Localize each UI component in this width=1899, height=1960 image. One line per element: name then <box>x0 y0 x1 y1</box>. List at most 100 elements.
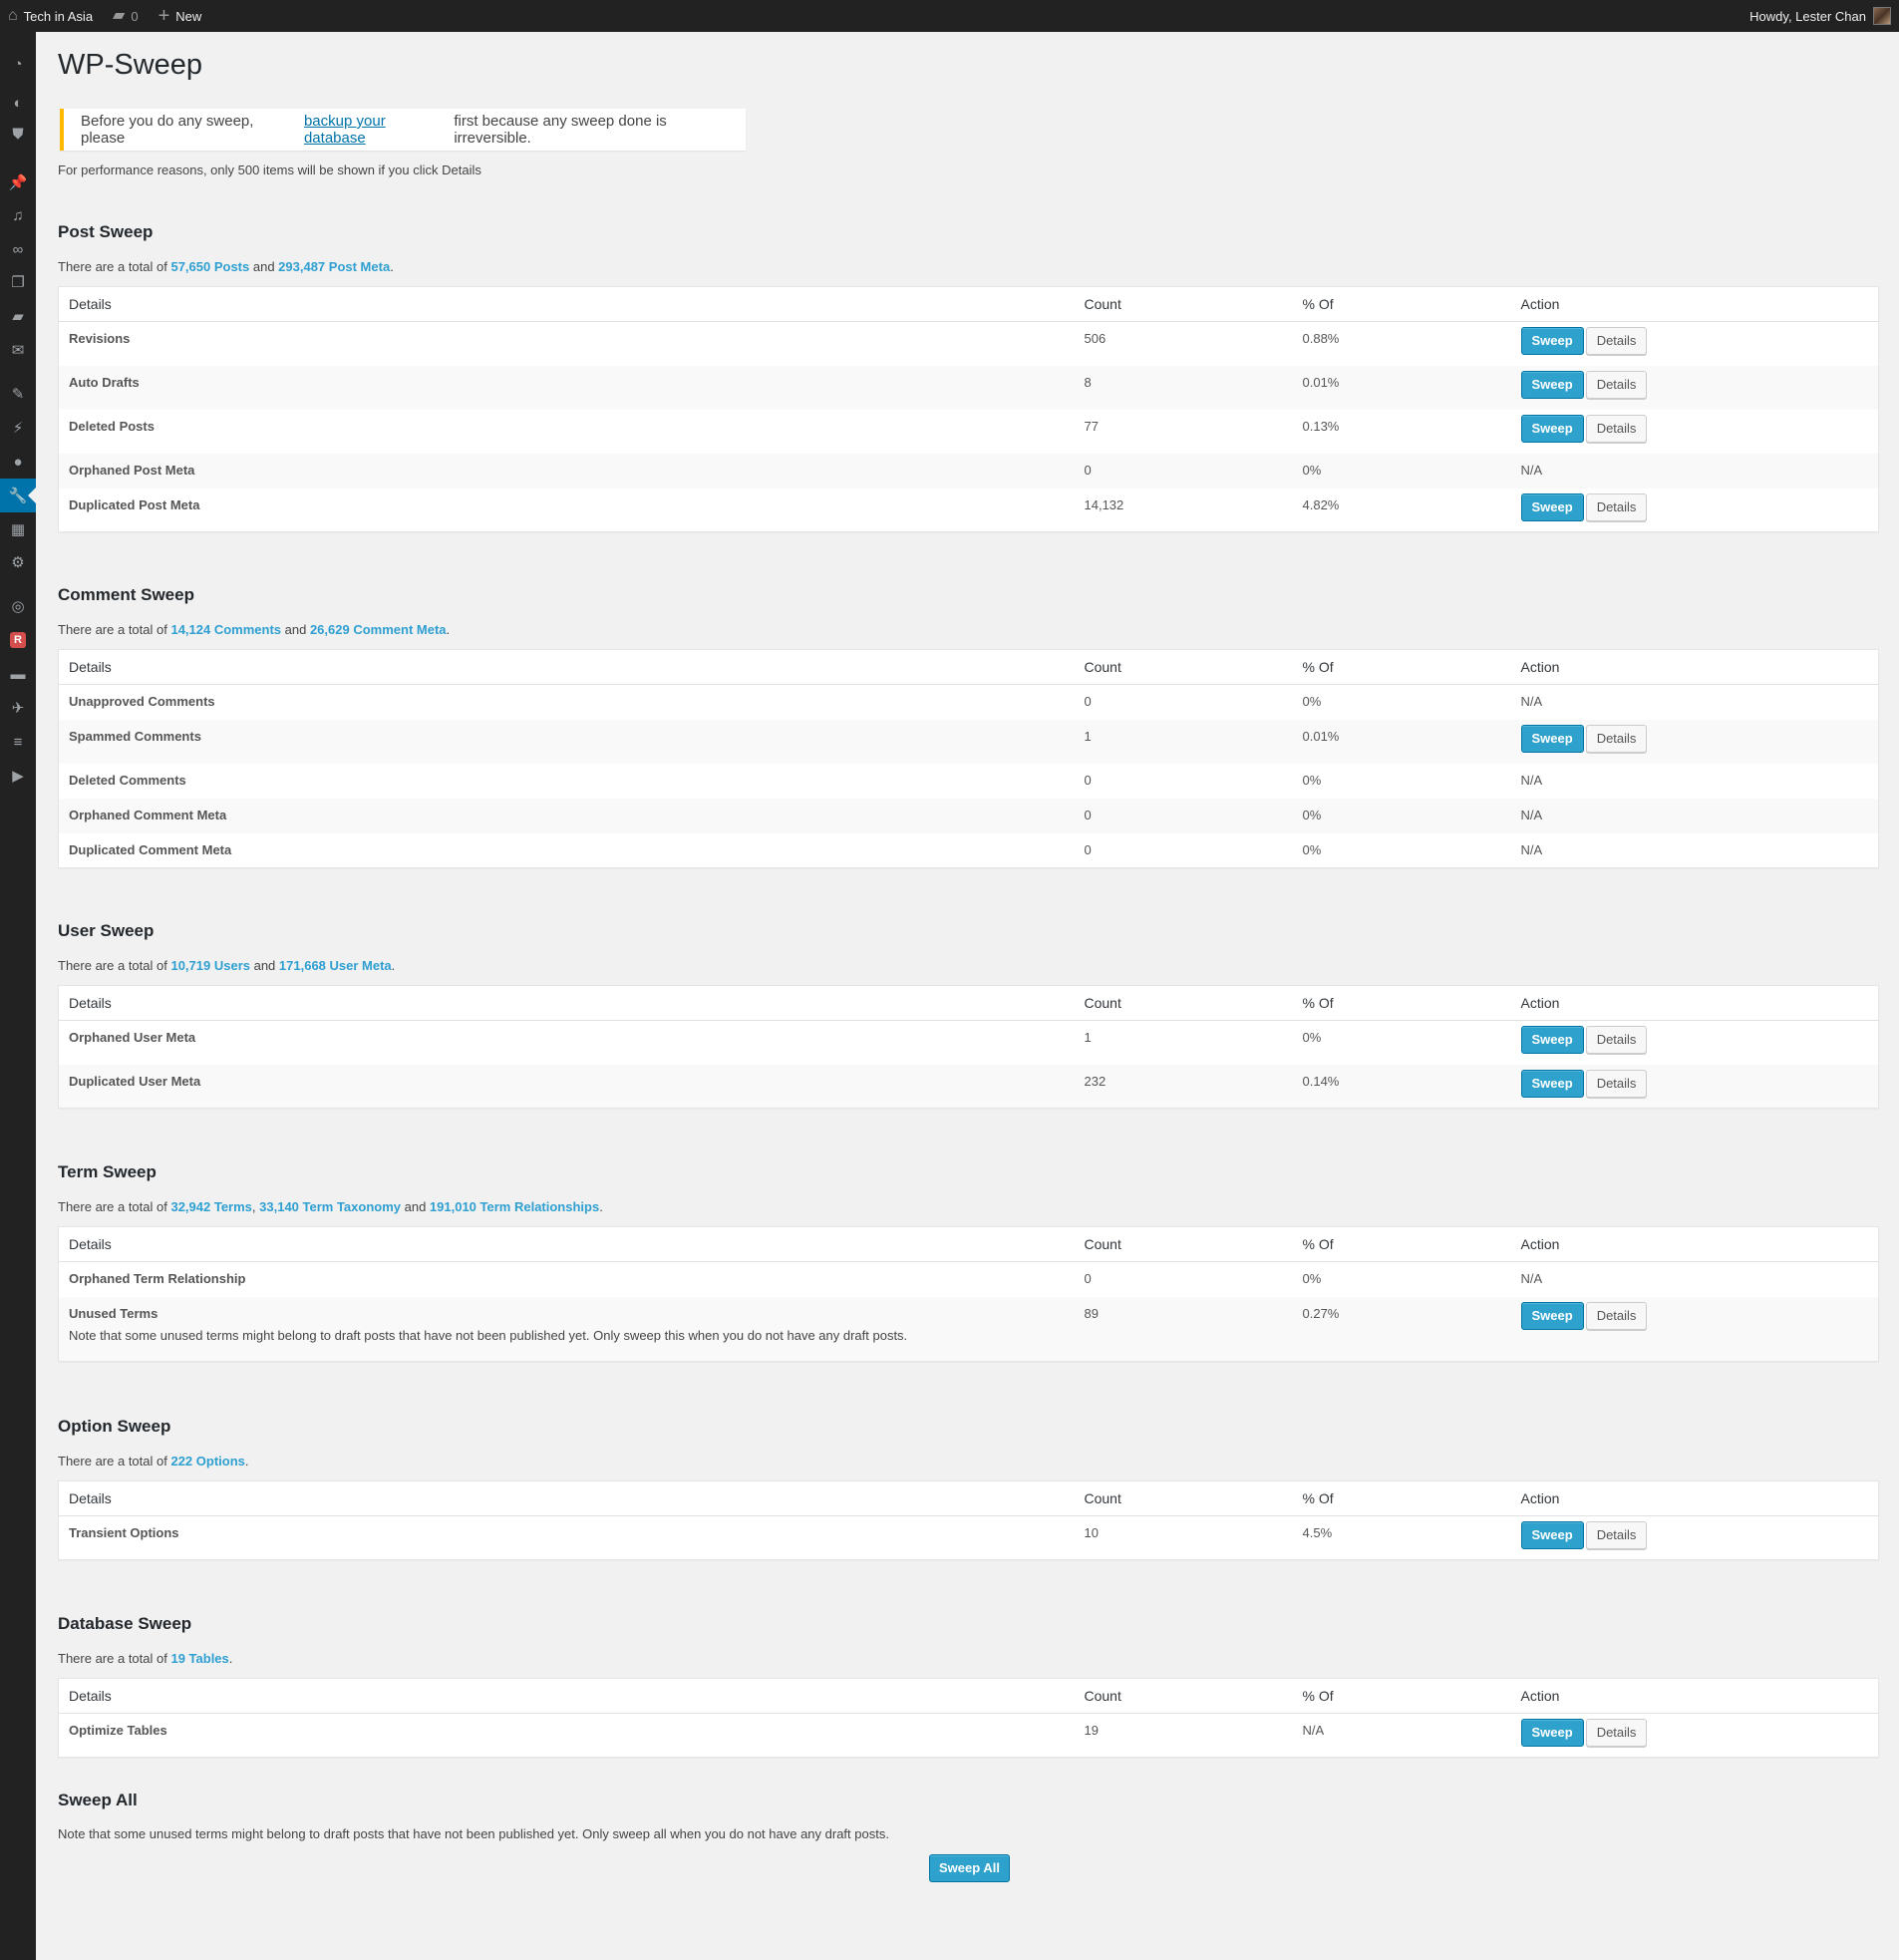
sweep-all-title: Sweep All <box>58 1791 138 1809</box>
sweep-button[interactable]: Sweep <box>1520 370 1584 399</box>
details-button[interactable]: Details <box>1585 1069 1648 1098</box>
translate-icon: ✈ <box>11 700 25 717</box>
sidebar-menu-item[interactable]: ∞ <box>0 232 36 266</box>
row-pct: 0% <box>1292 453 1511 489</box>
sidebar-menu-item[interactable]: ▶ <box>0 759 36 793</box>
sidebar-menu-item[interactable]: 🔧 <box>0 479 36 512</box>
sweep-all-button[interactable]: Sweep All <box>929 1854 1010 1882</box>
row-action-cell: Sweep Details <box>1510 719 1879 764</box>
details-button[interactable]: Details <box>1585 327 1648 355</box>
sidebar-menu-item[interactable]: ◎ <box>0 589 36 623</box>
sidebar-menu-item[interactable]: ◐ <box>0 86 36 120</box>
post-sweep-section: Post Sweep There are a total of 57,650 Po… <box>58 222 1879 532</box>
table-row: Auto Drafts 8 0.01% Sweep Details <box>58 365 1879 410</box>
sidebar-menu-item[interactable]: ◔ <box>0 47 36 81</box>
row-count: 1 <box>1084 1030 1092 1045</box>
sweep-button[interactable]: Sweep <box>1520 724 1584 753</box>
sidebar-menu-item[interactable]: ✉ <box>0 333 36 367</box>
sidebar-menu-item[interactable]: 📌 <box>0 165 36 199</box>
sidebar-menu-item[interactable]: ✈ <box>0 691 36 725</box>
total-count-link[interactable]: 222 Options <box>170 1454 244 1469</box>
tools-icon: 🔧 <box>8 488 28 504</box>
backup-database-link[interactable]: backup your database <box>304 113 450 147</box>
sidebar-menu-item[interactable]: ● <box>0 445 36 479</box>
details-button[interactable]: Details <box>1585 1301 1648 1330</box>
totals-joiner: . <box>244 1454 249 1469</box>
total-count-link[interactable]: 57,650 Posts <box>170 259 249 274</box>
sidebar-menu-item[interactable]: ✎ <box>0 377 36 411</box>
sidebar-menu-item[interactable]: ⚙ <box>0 545 36 579</box>
comment-sweep-section: Comment Sweep There are a total of 14,124… <box>58 585 1879 868</box>
comments-link[interactable]: ▰ 0 <box>105 0 147 32</box>
total-count-link[interactable]: 191,010 Term Relationships <box>430 1199 599 1214</box>
row-details-cell: Orphaned Post Meta <box>58 453 1075 489</box>
column-header-details: Details <box>58 649 1075 685</box>
comment-bubble-icon: ▰ <box>113 7 126 24</box>
details-button[interactable]: Details <box>1585 414 1648 443</box>
sidebar-menu-item[interactable]: ❐ <box>0 265 36 299</box>
pin-icon: 📌 <box>8 174 28 191</box>
sidebar-menu-item[interactable]: ⛊ <box>0 117 36 151</box>
sidebar-menu-item[interactable]: ▦ <box>0 512 36 546</box>
sweep-button[interactable]: Sweep <box>1520 414 1584 443</box>
sidebar-menu-item[interactable]: ▬ <box>0 657 36 691</box>
total-count-link[interactable]: 293,487 Post Meta <box>278 259 390 274</box>
column-header-details: Details <box>58 1480 1075 1516</box>
total-count-link[interactable]: 33,140 Term Taxonomy <box>259 1199 401 1214</box>
totals-joiner: . <box>390 259 394 274</box>
sweep-button[interactable]: Sweep <box>1520 1301 1584 1330</box>
details-button[interactable]: Details <box>1585 1026 1648 1054</box>
row-details-cell: Orphaned Term Relationship <box>59 1262 1075 1297</box>
totals-prefix: There are a total of <box>58 259 167 274</box>
archive-icon: ▬ <box>10 665 26 683</box>
plus-icon: + <box>158 5 170 27</box>
row-details-cell: Duplicated User Meta <box>58 1064 1075 1109</box>
row-count: 0 <box>1084 1271 1092 1286</box>
section-totals: There are a total of 32,942 Terms, 33,14… <box>58 1199 1879 1214</box>
sweep-button[interactable]: Sweep <box>1520 1026 1584 1054</box>
total-count-link[interactable]: 32,942 Terms <box>170 1199 251 1214</box>
details-button[interactable]: Details <box>1585 1521 1648 1549</box>
option-sweep-table: Details Count% Of Action Transient Options 1… <box>58 1480 1879 1560</box>
sweep-button[interactable]: Sweep <box>1520 492 1584 521</box>
sidebar-menu-item[interactable]: R <box>0 623 36 657</box>
my-account-link[interactable]: Howdy, Lester Chan <box>1749 7 1899 25</box>
sweep-button[interactable]: Sweep <box>1520 1719 1584 1747</box>
details-button[interactable]: Details <box>1585 724 1648 753</box>
row-action-cell: N/A <box>1511 1262 1879 1297</box>
row-label: Optimize Tables <box>69 1723 167 1738</box>
row-details-cell: Transient Options <box>59 1516 1075 1560</box>
sidebar-menu-item[interactable]: ♫ <box>0 198 36 232</box>
details-button[interactable]: Details <box>1585 370 1648 399</box>
sidebar-menu-item[interactable]: ▰ <box>0 299 36 333</box>
plugins-icon: ⚡ <box>12 420 24 437</box>
site-name-link[interactable]: ⌂ Tech in Asia <box>0 0 101 32</box>
section-title: User Sweep <box>58 921 155 940</box>
total-count-link[interactable]: 10,719 Users <box>170 958 250 973</box>
total-count-link[interactable]: 14,124 Comments <box>170 622 281 637</box>
database-sweep-table: Details Count% Of Action Optimize Tables 19 N… <box>58 1678 1879 1758</box>
total-count-link[interactable]: 26,629 Comment Meta <box>310 622 447 637</box>
table-row: Unapproved Comments 0 0% N/A <box>59 685 1879 720</box>
row-count: 0 <box>1084 841 1092 857</box>
total-count-link[interactable]: 171,668 User Meta <box>279 958 392 973</box>
column-header-pct: % Of <box>1292 649 1511 685</box>
comments-count: 0 <box>131 8 139 24</box>
totals-joiner: and <box>249 259 279 274</box>
details-button[interactable]: Details <box>1585 492 1648 521</box>
sweep-button[interactable]: Sweep <box>1520 1069 1584 1098</box>
row-pct: 0.27% <box>1292 1296 1511 1362</box>
details-button[interactable]: Details <box>1585 1719 1648 1747</box>
total-count-link[interactable]: 19 Tables <box>170 1651 228 1666</box>
row-label: Transient Options <box>69 1525 179 1540</box>
sweep-button[interactable]: Sweep <box>1520 327 1584 355</box>
section-title: Comment Sweep <box>58 585 194 604</box>
sidebar-menu-item[interactable]: ⚡ <box>0 411 36 445</box>
not-applicable-text: N/A <box>1520 772 1543 788</box>
sidebar-menu-item[interactable]: ≡ <box>0 725 36 759</box>
row-count: 19 <box>1084 1723 1099 1738</box>
sweep-button[interactable]: Sweep <box>1520 1521 1584 1549</box>
row-action-cell: N/A <box>1510 453 1879 489</box>
row-pct: 0% <box>1292 798 1511 833</box>
new-content-link[interactable]: + New <box>151 0 210 32</box>
